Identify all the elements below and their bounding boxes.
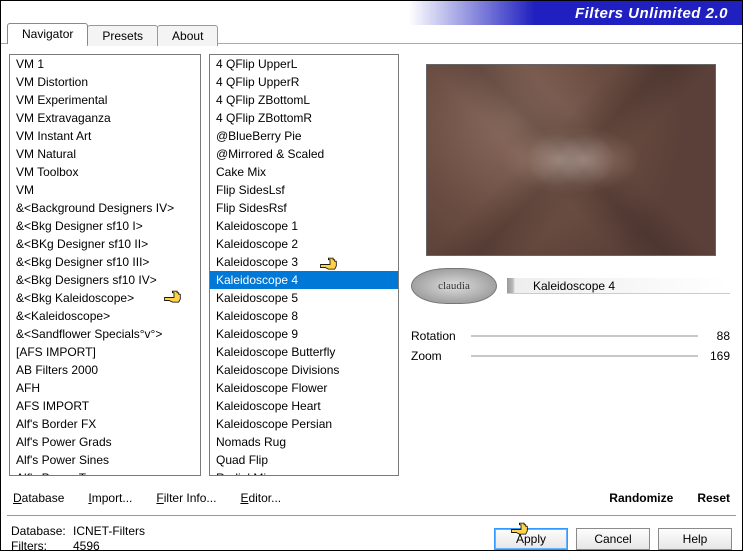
list-item[interactable]: Flip SidesRsf [210,199,398,217]
slider-track[interactable] [471,350,698,362]
list-item[interactable]: &<Bkg Designer sf10 III> [10,253,200,271]
slider-label: Rotation [411,329,471,343]
slider-row: Rotation 88 [411,326,730,346]
status-text: Database: ICNET-Filters Filters: 4596 [11,524,145,554]
list-item[interactable]: Kaleidoscope 8 [210,307,398,325]
list-item[interactable]: @BlueBerry Pie [210,127,398,145]
list-item[interactable]: Kaleidoscope Heart [210,397,398,415]
list-item[interactable]: VM Distortion [10,73,200,91]
list-item[interactable]: Alf's Power Grads [10,433,200,451]
filter-listbox[interactable]: 4 QFlip UpperL4 QFlip UpperR4 QFlip ZBot… [209,54,399,476]
list-item[interactable]: Nomads Rug [210,433,398,451]
category-listbox[interactable]: VM 1VM DistortionVM ExperimentalVM Extra… [9,54,201,476]
list-item[interactable]: Kaleidoscope Divisions [210,361,398,379]
db-value: ICNET-Filters [73,524,145,539]
list-item[interactable]: &<Kaleidoscope> [10,307,200,325]
list-item[interactable]: &<BKg Designer sf10 II> [10,235,200,253]
editor-button[interactable]: Editor... [238,487,283,509]
list-item[interactable]: AFH [10,379,200,397]
current-filter-name: Kaleidoscope 4 [507,278,730,294]
list-item[interactable]: &<Background Designers IV> [10,199,200,217]
title-bar: Filters Unlimited 2.0 [1,1,742,25]
app-title: Filters Unlimited 2.0 [575,5,728,22]
list-item[interactable]: Alf's Power Sines [10,451,200,469]
list-item[interactable]: &<Bkg Kaleidoscope> [10,289,200,307]
db-label: Database: [11,524,73,539]
list-item[interactable]: Kaleidoscope 5 [210,289,398,307]
list-item[interactable]: &<Bkg Designers sf10 IV> [10,271,200,289]
list-item[interactable]: VM Toolbox [10,163,200,181]
list-item[interactable]: &<Bkg Designer sf10 I> [10,217,200,235]
list-item[interactable]: 4 QFlip UpperR [210,73,398,91]
list-item[interactable]: VM Experimental [10,91,200,109]
filter-title-row: claudia Kaleidoscope 4 [407,268,734,304]
list-item[interactable]: Kaleidoscope 2 [210,235,398,253]
list-item[interactable]: Kaleidoscope 4 [210,271,398,289]
list-item[interactable]: Kaleidoscope 3 [210,253,398,271]
list-item[interactable]: VM Instant Art [10,127,200,145]
tab-presets[interactable]: Presets [87,25,158,46]
help-button[interactable]: Help [658,528,732,550]
list-item[interactable]: 4 QFlip UpperL [210,55,398,73]
list-item[interactable]: Alf's Border FX [10,415,200,433]
author-logo: claudia [411,268,497,304]
randomize-button[interactable]: Randomize [607,487,675,509]
slider-label: Zoom [411,349,471,363]
list-item[interactable]: Flip SidesLsf [210,181,398,199]
link-button-row: Database Import... Filter Info... Editor… [1,482,742,513]
filters-value: 4596 [73,539,100,554]
main-panel: VM 1VM DistortionVM ExperimentalVM Extra… [1,44,742,482]
filters-label: Filters: [11,539,73,554]
slider-value: 88 [698,329,730,343]
list-item[interactable]: 4 QFlip ZBottomR [210,109,398,127]
slider-row: Zoom 169 [411,346,730,366]
slider-group: Rotation 88 Zoom 169 [407,326,734,366]
list-item[interactable]: Kaleidoscope Persian [210,415,398,433]
list-item[interactable]: Radial Mirror [210,469,398,476]
filter-info-button[interactable]: Filter Info... [154,487,218,509]
tab-about[interactable]: About [157,25,218,46]
preview-image [426,64,716,256]
list-item[interactable]: VM Extravaganza [10,109,200,127]
apply-button[interactable]: Apply [494,528,568,550]
list-item[interactable]: Kaleidoscope Flower [210,379,398,397]
slider-value: 169 [698,349,730,363]
list-item[interactable]: @Mirrored & Scaled [210,145,398,163]
import-button[interactable]: Import... [86,487,134,509]
preview-panel: claudia Kaleidoscope 4 Rotation 88 Zoom 169 [407,54,734,476]
list-item[interactable]: [AFS IMPORT] [10,343,200,361]
list-item[interactable]: VM Natural [10,145,200,163]
list-item[interactable]: Alf's Power Toys [10,469,200,476]
tab-navigator[interactable]: Navigator [7,23,88,44]
cancel-button[interactable]: Cancel [576,528,650,550]
list-item[interactable]: Quad Flip [210,451,398,469]
footer: Database: ICNET-Filters Filters: 4596 Ap… [1,518,742,560]
list-item[interactable]: Kaleidoscope 9 [210,325,398,343]
reset-button[interactable]: Reset [695,487,732,509]
list-item[interactable]: AFS IMPORT [10,397,200,415]
slider-track[interactable] [471,330,698,342]
list-item[interactable]: Cake Mix [210,163,398,181]
list-item[interactable]: Kaleidoscope 1 [210,217,398,235]
list-item[interactable]: &<Sandflower Specials°v°> [10,325,200,343]
list-item[interactable]: Kaleidoscope Butterfly [210,343,398,361]
database-button[interactable]: Database [11,487,66,509]
list-item[interactable]: VM 1 [10,55,200,73]
list-item[interactable]: VM [10,181,200,199]
list-item[interactable]: 4 QFlip ZBottomL [210,91,398,109]
tab-strip: Navigator Presets About [7,23,742,44]
list-item[interactable]: AB Filters 2000 [10,361,200,379]
